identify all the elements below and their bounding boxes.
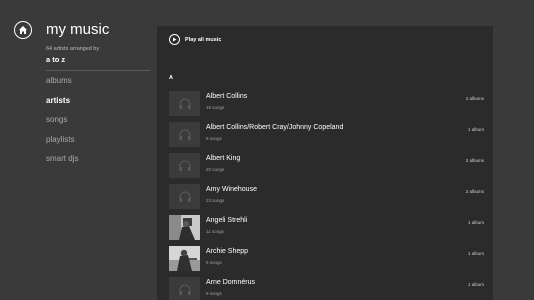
home-button[interactable] <box>14 21 32 39</box>
album-count: 1 album <box>467 251 484 256</box>
artist-photo <box>169 215 200 240</box>
artist-thumbnail <box>169 122 200 147</box>
nav-item-smart-djs[interactable]: smart djs <box>46 154 78 174</box>
artist-row[interactable]: Amy Winehouse 23 songs 2 albums <box>169 184 493 215</box>
headphones-icon <box>179 284 190 295</box>
song-count: 23 songs <box>206 198 225 203</box>
headphones-icon <box>179 129 190 140</box>
play-all-label: Play all music <box>185 36 222 43</box>
song-count: 9 songs <box>206 291 222 296</box>
song-count: 19 songs <box>206 105 225 110</box>
album-count: 2 albums <box>465 189 484 194</box>
section-header-a[interactable]: A <box>169 75 173 81</box>
song-count: 5 songs <box>206 260 222 265</box>
play-icon <box>169 34 180 45</box>
artist-row[interactable]: Angeli Strehli 11 songs 1 album <box>169 215 493 246</box>
artist-row[interactable]: Arne Domnérus 9 songs 1 album <box>169 277 493 300</box>
nav-item-songs[interactable]: songs <box>46 115 78 135</box>
song-count: 20 songs <box>206 167 225 172</box>
artist-name: Amy Winehouse <box>206 186 257 193</box>
artist-list: Albert Collins 19 songs 2 albums Albert … <box>169 91 493 300</box>
album-count: 1 album <box>467 282 484 287</box>
page-title: my music <box>46 21 110 38</box>
artist-name: Albert Collins/Robert Cray/Johnny Copela… <box>206 124 344 131</box>
sidebar-nav: albums artists songs playlists smart djs <box>46 76 78 174</box>
artist-name: Albert Collins <box>206 93 248 100</box>
artist-photo-image <box>169 215 200 240</box>
artist-row[interactable]: Albert Collins 19 songs 2 albums <box>169 91 493 122</box>
headphones-icon <box>179 160 190 171</box>
headphones-icon <box>179 98 190 109</box>
nav-item-albums[interactable]: albums <box>46 76 78 96</box>
artist-name: Arne Domnérus <box>206 279 256 286</box>
artist-thumbnail <box>169 184 200 209</box>
artist-photo <box>169 246 200 271</box>
album-count: 1 album <box>467 220 484 225</box>
headphones-icon <box>179 191 190 202</box>
artist-list-panel: Play all music A Albert Collins 19 songs… <box>157 26 493 300</box>
play-all-button[interactable]: Play all music <box>169 34 221 45</box>
home-icon <box>19 26 27 34</box>
song-count: 9 songs <box>206 136 222 141</box>
artist-count-label: 64 artists arranged by <box>46 46 100 52</box>
artist-name: Albert King <box>206 155 241 162</box>
album-count: 1 album <box>467 127 484 132</box>
nav-item-playlists[interactable]: playlists <box>46 135 78 155</box>
album-count: 2 albums <box>465 158 484 163</box>
artist-thumbnail <box>169 277 200 300</box>
artist-photo-image <box>169 246 200 271</box>
divider <box>46 70 150 71</box>
artist-name: Archie Shepp <box>206 248 249 255</box>
sort-order-selector[interactable]: a to z <box>46 55 65 64</box>
nav-item-artists[interactable]: artists <box>46 96 78 116</box>
song-count: 11 songs <box>206 229 224 234</box>
artist-name: Angeli Strehli <box>206 217 248 224</box>
artist-thumbnail <box>169 91 200 116</box>
artist-row[interactable]: Albert Collins/Robert Cray/Johnny Copela… <box>169 122 493 153</box>
artist-thumbnail <box>169 153 200 178</box>
artist-row[interactable]: Albert King 20 songs 2 albums <box>169 153 493 184</box>
artist-row[interactable]: Archie Shepp 5 songs 1 album <box>169 246 493 277</box>
album-count: 2 albums <box>465 96 484 101</box>
